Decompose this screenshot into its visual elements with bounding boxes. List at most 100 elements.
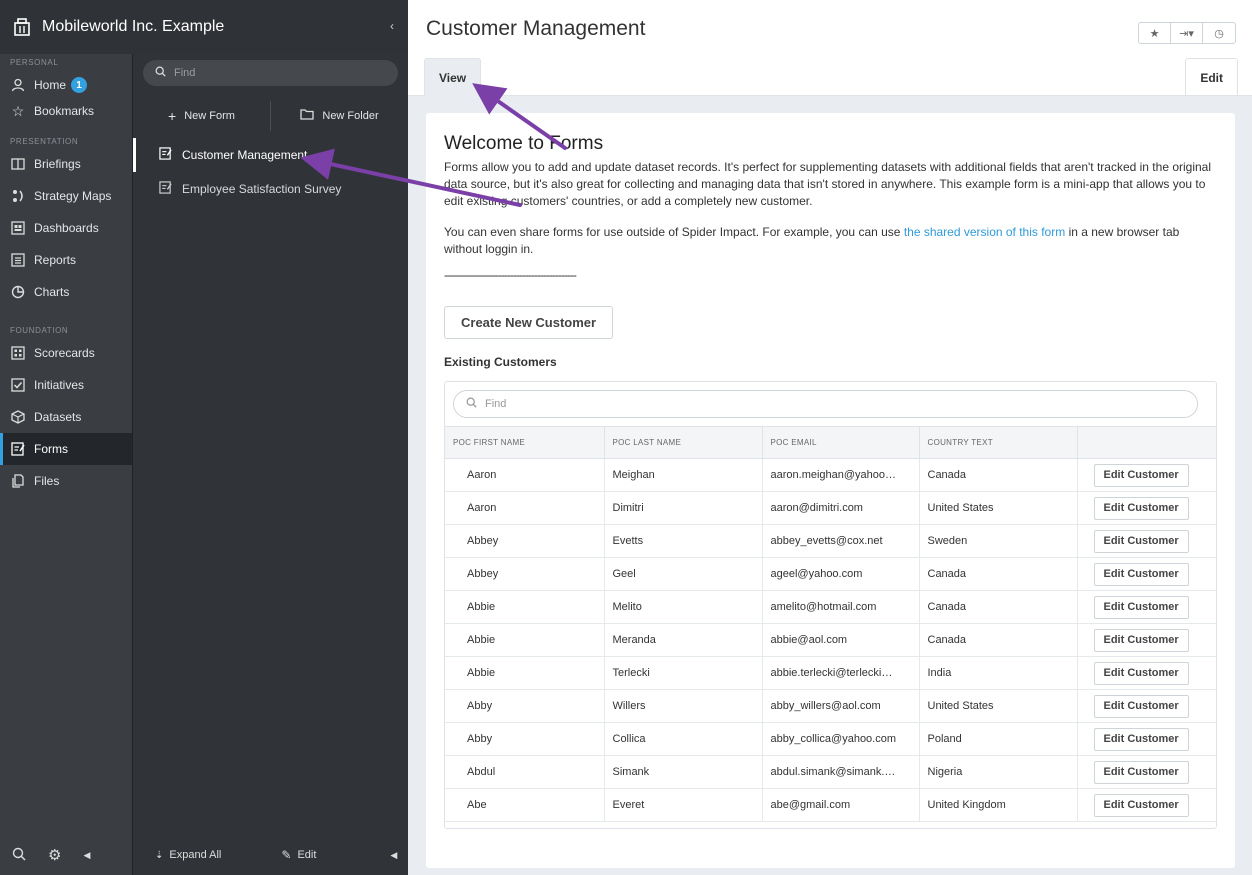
first-name-cell: Abbie [445,590,604,624]
country-cell: Canada [918,458,1077,492]
gear-icon[interactable]: ⚙ [48,846,61,864]
nav-label-datasets: Datasets [34,410,82,424]
edit-customer-button[interactable]: Edit Customer [1093,496,1189,520]
nav-bottom-bar: ⚙ ◀ [0,835,132,875]
search-icon [155,66,166,80]
edit-customer-button[interactable]: Edit Customer [1093,694,1189,718]
last-name-cell: Dimitri [603,491,762,525]
email-cell: abbie.terlecki@terlecki… [761,656,919,690]
nav-item-dashboards[interactable]: Dashboards [0,212,132,244]
actions-cell: Edit Customer [1076,755,1216,789]
nav-label-home: Home [34,78,67,92]
nav-label-strategy-maps: Strategy Maps [34,189,112,203]
collapse-chevron-icon[interactable]: ‹ [390,19,394,33]
actions-cell: Edit Customer [1076,656,1216,690]
edit-customer-button[interactable]: Edit Customer [1093,562,1189,586]
edit-customer-button[interactable]: Edit Customer [1093,727,1189,751]
nav-item-reports[interactable]: Reports [0,244,132,276]
edit-customer-button[interactable]: Edit Customer [1093,595,1189,619]
existing-customers-label: Existing Customers [444,355,557,369]
column-header[interactable]: POC FIRST NAME [445,426,604,459]
collapse-nav-icon[interactable]: ◀ [83,850,90,861]
export-button[interactable]: ⇥▾ [1171,23,1203,43]
welcome-title: Welcome to Forms [444,133,604,154]
actions-cell: Edit Customer [1076,722,1216,756]
column-header[interactable]: COUNTRY TEXT [918,426,1077,459]
actions-cell: Edit Customer [1076,689,1216,723]
nav-label-dashboards: Dashboards [34,221,99,235]
edit-panel-button[interactable]: ✎ Edit [281,848,316,862]
panel-item-label: Employee Satisfaction Survey [182,182,342,196]
main-header: Customer Management ★ ⇥▾ ◷ [408,0,1252,58]
expand-icon: ⇣ [155,849,164,861]
edit-customer-button[interactable]: Edit Customer [1093,463,1189,487]
table-row: Aaron Meighan aaron.meighan@yahoo… Canada Ed… [445,458,1216,492]
collapse-panel-icon[interactable]: ◀ [390,850,397,861]
person-icon [10,77,26,93]
nav-item-datasets[interactable]: Datasets [0,401,132,433]
plus-icon: + [168,108,177,124]
nav-item-home[interactable]: Home 1 [0,73,132,97]
report-icon [10,252,26,268]
search-icon[interactable] [12,847,26,864]
history-button[interactable]: ◷ [1203,23,1235,43]
nav-item-charts[interactable]: Charts [0,276,132,308]
nav-label-files: Files [34,474,60,488]
form-icon [159,147,172,163]
org-header[interactable]: Mobileworld Inc. Example ‹ [0,0,408,54]
column-header[interactable]: POC LAST NAME [603,426,762,459]
edit-customer-button[interactable]: Edit Customer [1093,529,1189,553]
table-header-row: POC FIRST NAME POC LAST NAME POC EMAIL C… [445,426,1216,459]
tab-view[interactable]: View [424,58,482,96]
country-cell: Sweden [918,524,1077,558]
country-cell: Nigeria [918,755,1077,789]
expand-all-button[interactable]: ⇣ Expand All [155,849,221,861]
first-name-cell: Abe [445,788,604,822]
pie-chart-icon [10,284,26,300]
table-row: Abby Willers abby_willers@aol.com United St… [445,689,1216,723]
first-name-cell: Abbie [445,623,604,657]
nav-item-files[interactable]: Files [0,465,132,497]
nav-item-initiatives[interactable]: Initiatives [0,369,132,401]
dashed-divider: ----------------------------------------… [444,268,577,282]
nav-label-bookmarks: Bookmarks [34,104,95,118]
panel-item-label: Customer Management [182,148,308,162]
panel-search-input[interactable]: Find [143,60,398,86]
panel-item-employee-survey[interactable]: Employee Satisfaction Survey [133,172,408,206]
first-name-cell: Aaron [445,491,604,525]
edit-customer-button[interactable]: Edit Customer [1093,760,1189,784]
nav-item-bookmarks[interactable]: ☆ Bookmarks [0,97,132,125]
main-area: Customer Management ★ ⇥▾ ◷ View Edit Wel… [408,0,1252,875]
email-cell: abe@gmail.com [761,788,919,822]
edit-panel-label: Edit [297,849,317,861]
table-search-input[interactable]: Find [453,390,1198,418]
form-card: Welcome to Forms Forms allow you to add … [426,113,1235,868]
edit-customer-button[interactable]: Edit Customer [1093,628,1189,652]
edit-customer-button[interactable]: Edit Customer [1093,793,1189,817]
nav-item-forms[interactable]: Forms [0,433,132,465]
tab-bar: View Edit [408,58,1252,96]
first-name-cell: Abby [445,689,604,723]
checkbox-icon [10,377,26,393]
building-icon [12,17,32,37]
edit-customer-button[interactable]: Edit Customer [1093,661,1189,685]
nav-item-strategy-maps[interactable]: Strategy Maps [0,180,132,212]
new-folder-button[interactable]: New Folder [271,109,408,123]
nav-section-presentation: PRESENTATION [10,137,79,146]
nav-item-scorecards[interactable]: Scorecards [0,337,132,369]
form-icon [10,441,26,457]
column-header[interactable]: POC EMAIL [761,426,919,459]
dashboard-icon [10,220,26,236]
panel-item-customer-management[interactable]: Customer Management [133,138,408,172]
tab-edit[interactable]: Edit [1185,58,1238,96]
folder-icon [300,109,315,123]
nav-item-briefings[interactable]: Briefings [0,148,132,180]
new-form-button[interactable]: + New Form [133,108,270,124]
shared-form-link[interactable]: the shared version of this form [904,225,1065,239]
create-new-customer-button[interactable]: Create New Customer [444,306,614,339]
bookmark-star-button[interactable]: ★ [1139,23,1171,43]
file-icon [10,473,26,489]
panel-actions: + New Form New Folder [133,94,408,138]
actions-cell: Edit Customer [1076,557,1216,591]
export-icon: ⇥▾ [1179,27,1194,40]
